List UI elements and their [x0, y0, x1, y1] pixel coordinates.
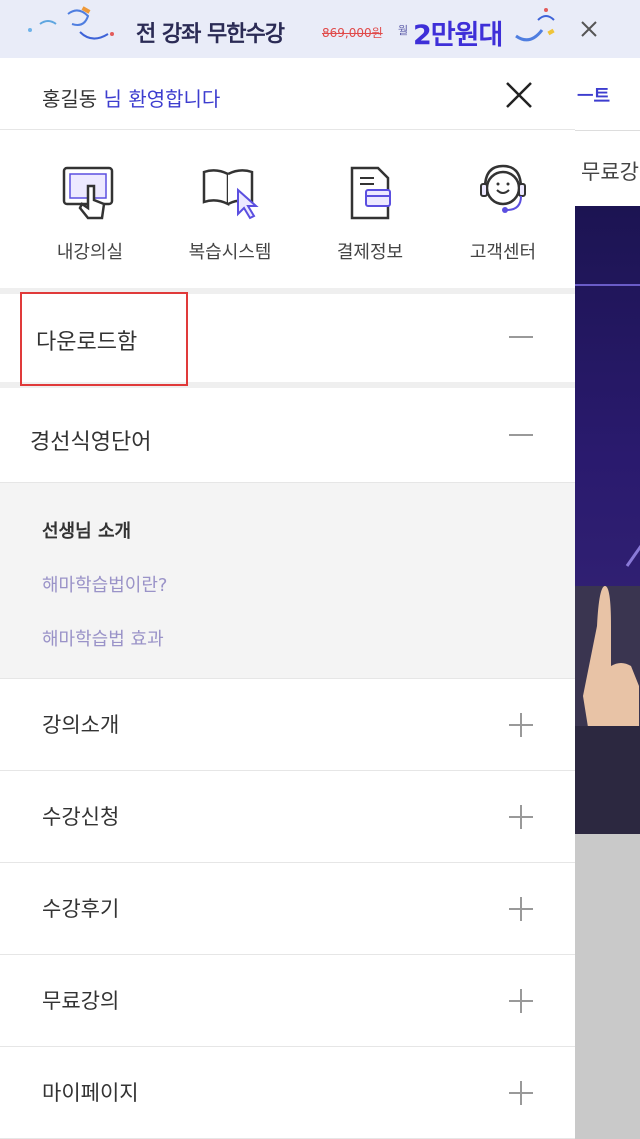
- promo-banner[interactable]: 전 강좌 무한수강 869,000원 월 2만원대: [0, 0, 640, 58]
- background-top-link: ㅡ트: [577, 86, 611, 107]
- background-hero: [575, 206, 640, 834]
- greeting-text: 님 환영합니다: [97, 87, 221, 111]
- confetti-left-icon: [28, 6, 114, 40]
- greeting: 홍길동 님 환영합니다: [42, 83, 220, 112]
- quick-item-support[interactable]: 고객센터: [443, 130, 563, 288]
- quick-menu: 내강의실 복습시스템 결제정보 고객센터: [0, 130, 575, 288]
- drawer-close-icon[interactable]: [500, 76, 538, 114]
- side-drawer: 홍길동 님 환영합니다 내강의실 복습시스템 결제정보 고객센터 다운로드함 경…: [0, 58, 575, 1139]
- menu-row-reviews[interactable]: 수강후기: [0, 863, 575, 955]
- expand-icon[interactable]: [508, 896, 534, 922]
- banner-month-label: 월: [398, 24, 409, 37]
- submenu-item-teacher[interactable]: 선생님 소개: [42, 517, 131, 543]
- expand-icon[interactable]: [508, 988, 534, 1014]
- drawer-header: 홍길동 님 환영합니다: [0, 58, 575, 130]
- headset-agent-icon: [480, 164, 526, 213]
- background-menu-item: 무료강: [581, 160, 639, 184]
- user-name: 홍길동: [42, 87, 98, 111]
- menu-row-free[interactable]: 무료강의: [0, 955, 575, 1047]
- submenu-item-method[interactable]: 해마학습법이란?: [42, 571, 167, 597]
- background-divider: [575, 130, 640, 131]
- quick-label-review: 복습시스템: [188, 242, 272, 263]
- banner-old-price: 869,000원: [322, 26, 383, 40]
- quick-item-classroom[interactable]: 내강의실: [30, 130, 150, 288]
- document-card-icon: [350, 166, 391, 220]
- background-overlay: [575, 834, 640, 1139]
- banner-headline: 전 강좌 무한수강: [136, 22, 285, 47]
- accordion-title-course-series: 경선식영단어: [30, 430, 152, 455]
- submenu-item-effect[interactable]: 해마학습법 효과: [42, 625, 164, 651]
- quick-label-support: 고객센터: [469, 242, 537, 263]
- book-cursor-icon: [202, 169, 259, 220]
- menu-row-label: 무료강의: [42, 989, 120, 1013]
- expand-icon[interactable]: [508, 1080, 534, 1106]
- menu-row-intro[interactable]: 강의소개: [0, 679, 575, 771]
- tablet-touch-icon: [62, 166, 114, 220]
- quick-item-payment[interactable]: 결제정보: [310, 130, 430, 288]
- banner-close-icon[interactable]: [572, 12, 606, 46]
- quick-label-payment: 결제정보: [336, 242, 404, 263]
- quick-label-classroom: 내강의실: [56, 242, 124, 263]
- pointing-hand-image: [575, 545, 640, 834]
- collapse-icon[interactable]: [508, 324, 534, 350]
- accordion-course-series[interactable]: 경선식영단어: [0, 388, 575, 482]
- collapse-icon[interactable]: [508, 422, 534, 448]
- menu-row-enroll[interactable]: 수강신청: [0, 771, 575, 863]
- quick-item-review[interactable]: 복습시스템: [170, 130, 290, 288]
- menu-row-label: 수강후기: [42, 897, 120, 921]
- background-nav: ㅡ트 무료강: [575, 58, 640, 206]
- menu-row-label: 수강신청: [42, 805, 120, 829]
- submenu-course-series: 선생님 소개 해마학습법이란? 해마학습법 효과: [0, 482, 575, 679]
- menu-row-mypage[interactable]: 마이페이지: [0, 1047, 575, 1139]
- confetti-right-icon: [515, 8, 555, 42]
- banner-price: 2만원대: [413, 20, 503, 51]
- selection-highlight: [20, 292, 188, 386]
- expand-icon[interactable]: [508, 712, 534, 738]
- menu-row-label: 강의소개: [42, 713, 120, 737]
- expand-icon[interactable]: [508, 804, 534, 830]
- menu-row-label: 마이페이지: [42, 1081, 139, 1105]
- background-page: ㅡ트 무료강: [575, 58, 640, 1139]
